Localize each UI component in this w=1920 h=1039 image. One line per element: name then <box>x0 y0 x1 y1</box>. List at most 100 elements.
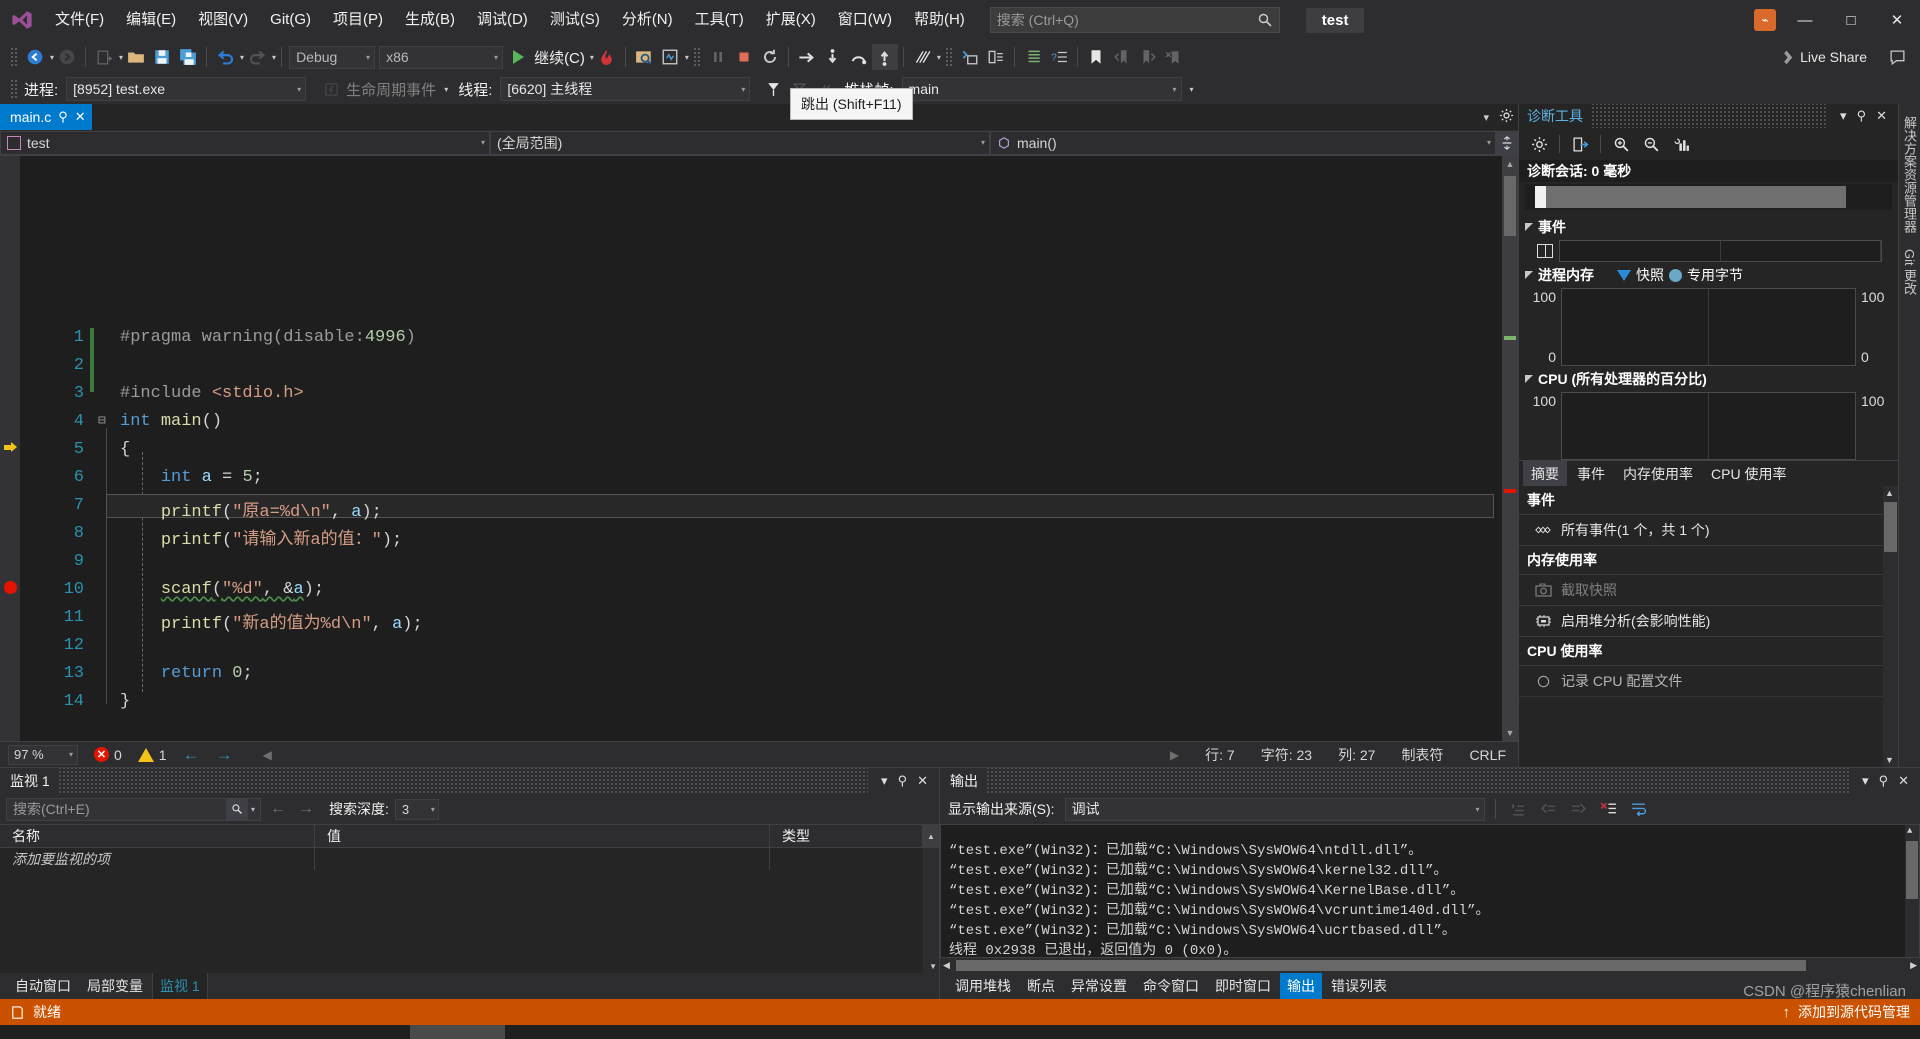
class-scope-combo[interactable]: test ▾ <box>0 130 490 155</box>
status-collapse-right-icon[interactable]: ▶ <box>1170 748 1179 762</box>
save-button[interactable] <box>149 44 175 70</box>
decrease-indent-button[interactable]: ? <box>1046 44 1072 70</box>
output-text-area[interactable]: “test.exe”(Win32)：已加载“C:\Windows\SysWOW6… <box>940 824 1920 958</box>
status-collapse-left-icon[interactable]: ◀ <box>263 748 272 762</box>
watch-type-cell[interactable] <box>770 848 939 870</box>
diag-tab-memory[interactable]: 内存使用率 <box>1615 461 1701 487</box>
tab-call-stack[interactable]: 调用堆栈 <box>948 973 1018 999</box>
quick-search-box[interactable]: 搜索 (Ctrl+Q) <box>989 7 1280 33</box>
zoom-in-icon[interactable] <box>1607 131 1635 157</box>
summary-row-all-events[interactable]: 所有事件(1 个，共 1 个) <box>1519 515 1883 546</box>
toolbar-grip-3[interactable] <box>944 47 953 67</box>
menu-window[interactable]: 窗口(W) <box>827 0 903 40</box>
toolbar-grip-2[interactable] <box>692 47 701 67</box>
clear-output-icon[interactable] <box>1596 796 1622 822</box>
feedback-icon[interactable] <box>1884 44 1910 70</box>
flag-thread-button[interactable] <box>760 76 786 102</box>
header-drag-dots[interactable] <box>1591 104 1828 128</box>
watch-column-type[interactable]: 类型 <box>770 824 923 848</box>
menu-build[interactable]: 生成(B) <box>394 0 466 40</box>
watch-add-item-cell[interactable]: 添加要监视的项 <box>0 848 315 870</box>
memory-section-header[interactable]: 进程内存 快照 专用字节 <box>1519 262 1898 288</box>
watch-search-dropdown-icon[interactable]: ▾ <box>248 805 258 814</box>
list-scroll-up-icon[interactable]: ▲ <box>1885 488 1894 498</box>
new-project-button[interactable] <box>91 44 117 70</box>
watch-scroll-down-icon[interactable]: ▼ <box>929 962 937 971</box>
pin-panel-icon[interactable]: ⚲ <box>1852 108 1872 124</box>
watch-close-icon[interactable]: ✕ <box>912 773 933 789</box>
cpu-section-header[interactable]: CPU (所有处理器的百分比) <box>1519 366 1898 392</box>
comment-selection-button[interactable] <box>957 44 983 70</box>
watch-menu-dropdown-icon[interactable]: ▾ <box>876 773 893 789</box>
watch-search-button[interactable] <box>225 798 248 820</box>
tab-main-c[interactable]: main.c ⚲ ✕ <box>0 104 92 130</box>
upload-arrow-icon[interactable]: ↑ <box>1783 1004 1791 1021</box>
scroll-up-icon[interactable]: ▲ <box>1502 156 1518 172</box>
step-over-button[interactable] <box>846 44 872 70</box>
open-file-button[interactable] <box>123 44 149 70</box>
vtab-git-changes[interactable]: Git 更改 <box>1897 241 1920 303</box>
diagnostic-timeline[interactable] <box>1525 184 1892 210</box>
hot-reload-button[interactable] <box>594 44 620 70</box>
process-combo[interactable]: [8952] test.exe ▾ <box>66 77 307 101</box>
menu-edit[interactable]: 编辑(E) <box>115 0 187 40</box>
toggle-word-wrap-icon[interactable] <box>1626 796 1652 822</box>
tab-exception-settings[interactable]: 异常设置 <box>1064 973 1134 999</box>
diag-tab-events[interactable]: 事件 <box>1569 461 1613 487</box>
thread-combo[interactable]: [6620] 主线程 ▾ <box>500 77 751 101</box>
scroll-down-icon[interactable]: ▼ <box>1502 725 1518 741</box>
tab-breakpoints[interactable]: 断点 <box>1020 973 1062 999</box>
save-all-button[interactable] <box>175 44 201 70</box>
menu-help[interactable]: 帮助(H) <box>903 0 976 40</box>
stack-frame-combo[interactable]: main ▾ <box>901 77 1182 101</box>
diagnostic-settings-gear-icon[interactable] <box>1525 131 1553 157</box>
output-horizontal-scrollbar[interactable]: ◀ ▶ <box>940 958 1920 973</box>
uncomment-selection-button[interactable] <box>983 44 1009 70</box>
output-drag-dots[interactable] <box>986 768 1850 794</box>
minimize-button[interactable]: — <box>1782 0 1828 40</box>
timeline-cursor[interactable] <box>1535 186 1546 208</box>
table-row[interactable]: 添加要监视的项 <box>0 848 939 870</box>
output-scroll-up-icon[interactable]: ▲ <box>1907 826 1912 836</box>
thread-marker-button[interactable] <box>909 44 935 70</box>
menu-debug[interactable]: 调试(D) <box>466 0 539 40</box>
tab-immediate-window[interactable]: 即时窗口 <box>1208 973 1278 999</box>
diagnostic-list-scrollbar[interactable]: ▲ ▼ <box>1883 486 1898 767</box>
warning-count-badge[interactable]: 1 <box>137 747 167 763</box>
output-scroll-right-icon[interactable]: ▶ <box>1910 960 1917 971</box>
tab-command-window[interactable]: 命令窗口 <box>1136 973 1206 999</box>
menu-git[interactable]: Git(G) <box>259 0 322 40</box>
step-into-button[interactable] <box>820 44 846 70</box>
close-panel-icon[interactable]: ✕ <box>1871 108 1892 124</box>
split-editor-button[interactable] <box>1496 130 1518 155</box>
toggle-bookmark-button[interactable] <box>1083 44 1109 70</box>
add-to-source-control-label[interactable]: 添加到源代码管理 <box>1798 1002 1910 1022</box>
show-diagnostic-button[interactable] <box>657 44 683 70</box>
menu-tools[interactable]: 工具(T) <box>684 0 755 40</box>
stop-debugging-button[interactable] <box>731 44 757 70</box>
menu-view[interactable]: 视图(V) <box>187 0 259 40</box>
tab-list-dropdown-icon[interactable]: ▾ <box>1483 111 1489 124</box>
notification-icon[interactable]: ⌁ <box>1748 3 1782 37</box>
export-diagnostic-icon[interactable] <box>1566 131 1594 157</box>
output-close-icon[interactable]: ✕ <box>1893 773 1914 789</box>
diag-tab-cpu[interactable]: CPU 使用率 <box>1703 461 1794 487</box>
function-scope-combo[interactable]: main() ▾ <box>990 130 1496 155</box>
step-out-button[interactable] <box>871 44 898 70</box>
output-scroll-thumb[interactable] <box>1906 841 1918 899</box>
tab-output[interactable]: 输出 <box>1280 973 1322 999</box>
start-debugging-button[interactable] <box>505 44 531 70</box>
reset-view-chart-icon[interactable] <box>1667 131 1695 157</box>
editor-settings-gear-icon[interactable] <box>1499 108 1514 126</box>
show-next-statement-button[interactable] <box>794 44 820 70</box>
output-scroll-left-icon[interactable]: ◀ <box>943 960 950 971</box>
output-hscroll-thumb[interactable] <box>956 960 1806 971</box>
output-vertical-scrollbar[interactable]: ▲ <box>1905 825 1919 957</box>
tab-watch-1[interactable]: 监视 1 <box>152 972 208 1000</box>
tab-error-list[interactable]: 错误列表 <box>1324 973 1394 999</box>
menu-file[interactable]: 文件(F) <box>44 0 115 40</box>
output-menu-dropdown-icon[interactable]: ▾ <box>1857 773 1874 789</box>
watch-value-cell[interactable] <box>315 848 770 870</box>
pin-tab-icon[interactable]: ⚲ <box>58 109 68 125</box>
member-scope-combo[interactable]: (全局范围) ▾ <box>490 130 990 155</box>
